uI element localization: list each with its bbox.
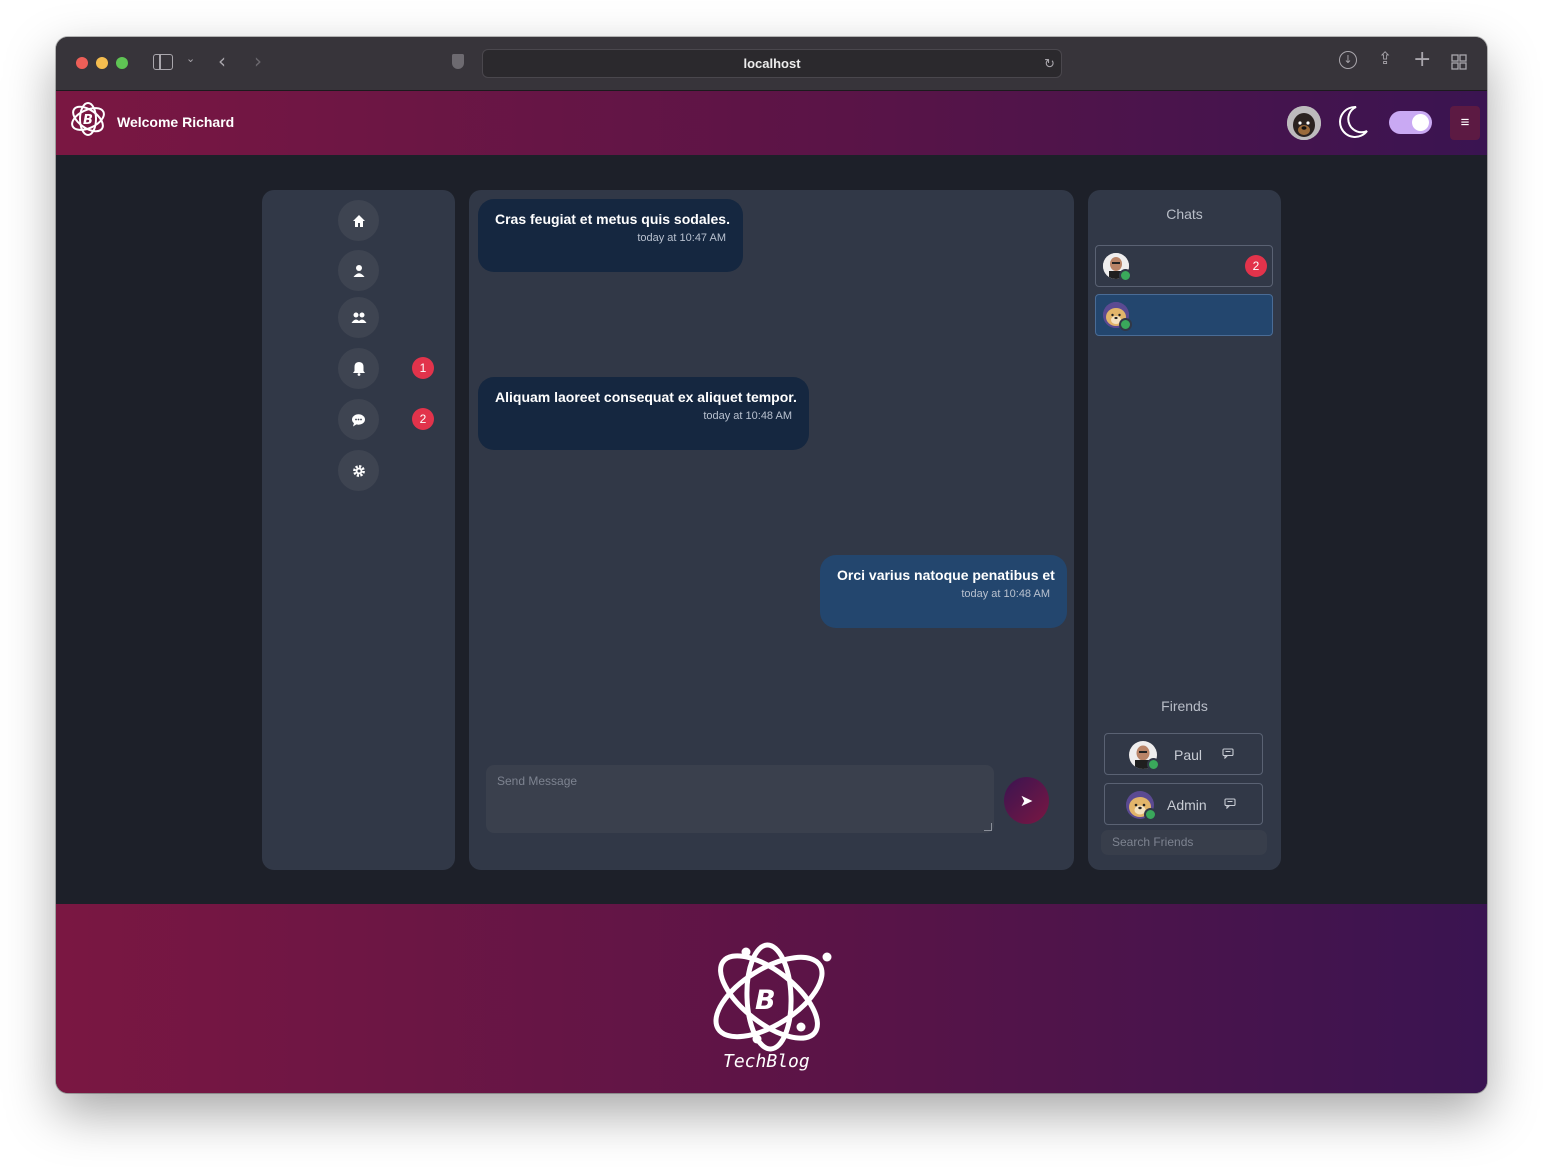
tab-overview-icon[interactable] — [1451, 54, 1467, 70]
friend-name: Paul — [1174, 747, 1203, 763]
online-status-icon — [1144, 808, 1157, 821]
user-icon — [353, 264, 364, 277]
message-input[interactable]: Send Message — [486, 765, 994, 833]
message-bubble: Aliquam laoreet consequat ex aliquet tem… — [478, 377, 809, 450]
message-text: Orci varius natoque penatibus et — [837, 567, 1055, 583]
back-icon[interactable]: ‹ — [218, 49, 226, 73]
share-icon[interactable]: ⇪ — [1378, 49, 1392, 69]
message-text: Cras feugiat et metus quis sodales. — [495, 211, 730, 227]
send-icon: ➤ — [1019, 792, 1034, 810]
chat-panel: Cras feugiat et metus quis sodales. toda… — [469, 190, 1074, 870]
friend-name: Admin — [1167, 797, 1207, 813]
online-status-icon — [1147, 758, 1160, 771]
svg-text:B: B — [83, 113, 93, 128]
notifications-badge: 1 — [412, 357, 434, 379]
privacy-shield-icon[interactable] — [452, 54, 464, 69]
sidebar-item-settings[interactable] — [338, 450, 379, 491]
sidebar-item-profile[interactable] — [338, 250, 379, 291]
chevron-down-icon[interactable]: ⌄ — [186, 52, 195, 65]
theme-toggle[interactable] — [1389, 111, 1432, 134]
messages-badge: 2 — [412, 408, 434, 430]
chat-bubble-icon — [352, 413, 365, 426]
friend-item-admin[interactable]: Admin — [1104, 783, 1263, 825]
browser-window: ⌄ ‹ › localhost ↻ ↓ ⇪ + B Welcome Richar… — [56, 37, 1487, 1093]
message-bubble: Orci varius natoque penatibus et today a… — [820, 555, 1067, 628]
online-status-icon — [1119, 269, 1132, 282]
friend-item-paul[interactable]: Paul — [1104, 733, 1263, 775]
message-time: today at 10:48 AM — [703, 410, 792, 422]
message-text: Aliquam laoreet consequat ex aliquet tem… — [495, 389, 797, 405]
moon-icon[interactable] — [1334, 103, 1370, 141]
brand-name: TechBlog — [723, 1051, 810, 1072]
app-header: B Welcome Richard ≡ — [56, 91, 1487, 155]
sidebar-item-messages[interactable] — [338, 399, 379, 440]
techblog-logo-icon: B TechBlog — [704, 939, 839, 1074]
message-time: today at 10:48 AM — [961, 588, 1050, 600]
message-icon[interactable] — [1222, 748, 1234, 762]
url-text: localhost — [743, 56, 801, 71]
menu-button[interactable]: ≡ — [1450, 106, 1480, 140]
friends-title: Firends — [1161, 698, 1208, 714]
bell-icon — [352, 362, 365, 376]
toggle-knob — [1412, 114, 1429, 131]
chats-panel: Chats 2 Firends Paul Admin Search Friend… — [1088, 190, 1281, 870]
chat-unread-badge: 2 — [1245, 255, 1267, 277]
sidebar-item-notifications[interactable] — [338, 348, 379, 389]
minimize-window-button[interactable] — [96, 57, 108, 69]
sidebar-toggle-icon[interactable] — [153, 54, 173, 70]
chat-list-item[interactable] — [1095, 294, 1273, 336]
online-status-icon — [1119, 318, 1132, 331]
home-icon — [352, 214, 365, 227]
message-icon[interactable] — [1224, 798, 1236, 812]
techblog-logo-icon[interactable]: B — [68, 97, 112, 141]
send-button[interactable]: ➤ — [1004, 777, 1049, 824]
message-input-placeholder: Send Message — [497, 774, 578, 788]
search-friends-placeholder: Search Friends — [1112, 835, 1194, 849]
footer: B TechBlog — [56, 904, 1487, 1093]
users-icon — [351, 312, 366, 323]
sidebar-nav: 1 2 — [262, 190, 455, 870]
new-tab-icon[interactable]: + — [1413, 47, 1431, 72]
gear-icon — [352, 464, 365, 477]
chats-title: Chats — [1166, 206, 1203, 222]
zoom-window-button[interactable] — [116, 57, 128, 69]
chat-list-item[interactable]: 2 — [1095, 245, 1273, 287]
download-icon[interactable]: ↓ — [1339, 51, 1357, 69]
sidebar-item-home[interactable] — [338, 200, 379, 241]
message-bubble: Cras feugiat et metus quis sodales. toda… — [478, 199, 743, 272]
search-friends-input[interactable]: Search Friends — [1101, 830, 1267, 855]
reload-icon[interactable]: ↻ — [1044, 50, 1055, 77]
user-avatar[interactable] — [1287, 106, 1321, 140]
browser-toolbar: ⌄ ‹ › localhost ↻ ↓ ⇪ + — [56, 37, 1487, 91]
brand-letter: B — [755, 985, 776, 1016]
close-window-button[interactable] — [76, 57, 88, 69]
message-time: today at 10:47 AM — [637, 232, 726, 244]
sidebar-item-friends[interactable] — [338, 297, 379, 338]
resize-handle-icon[interactable] — [984, 823, 992, 831]
welcome-text: Welcome Richard — [117, 114, 235, 130]
forward-icon[interactable]: › — [254, 49, 262, 73]
address-bar[interactable]: localhost ↻ — [482, 49, 1062, 78]
